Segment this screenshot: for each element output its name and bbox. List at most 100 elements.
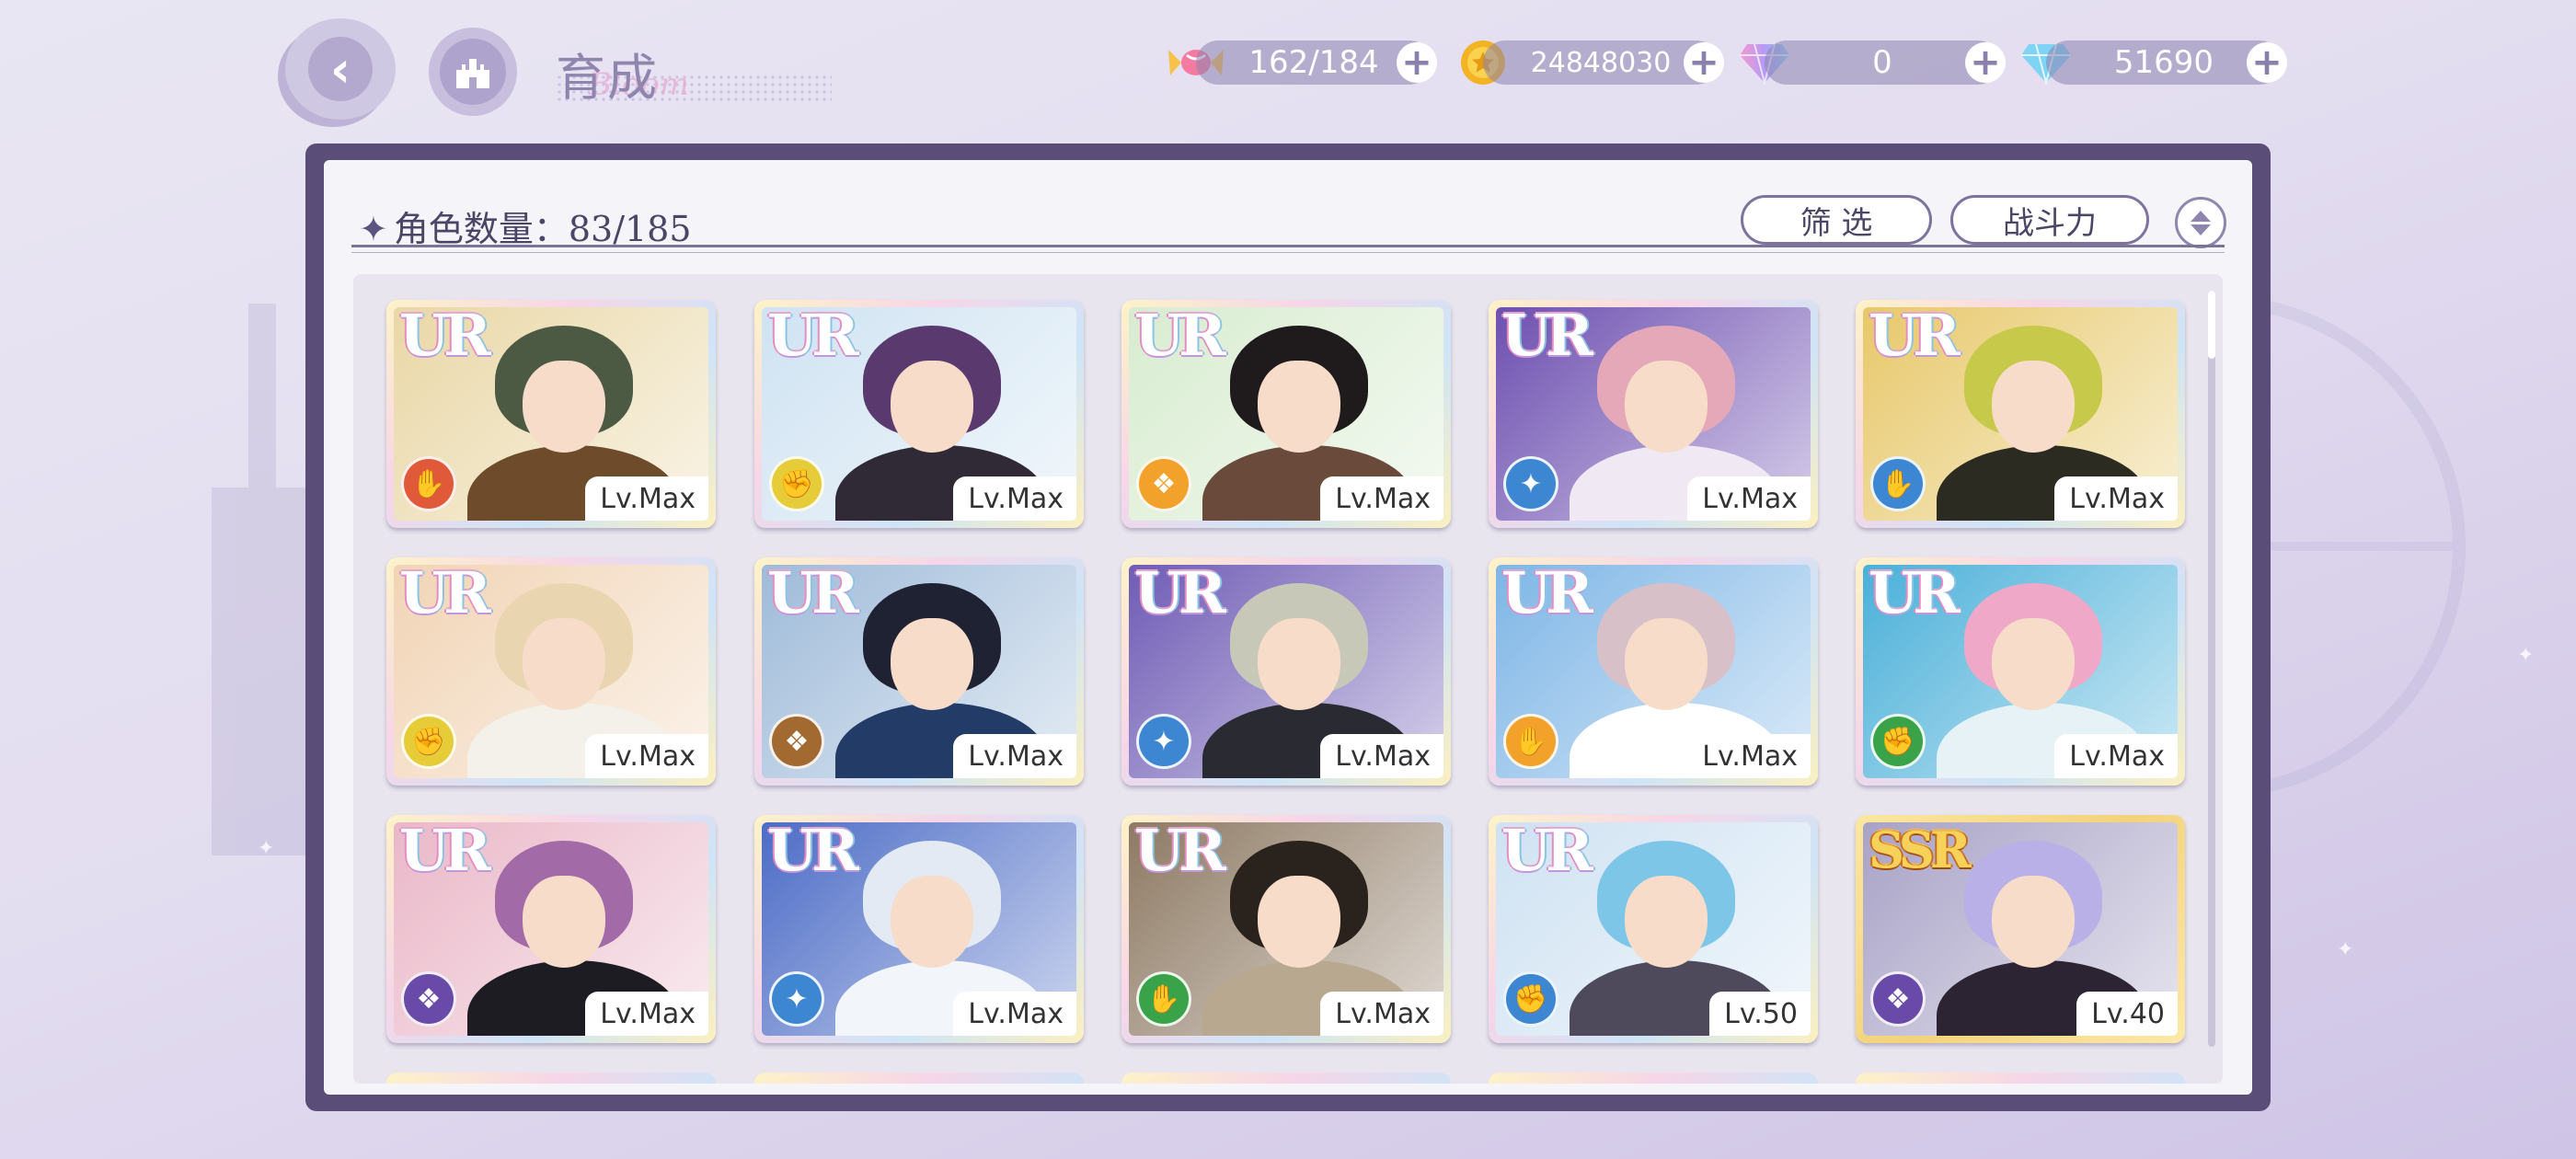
character-grid[interactable]: UR ✋ Lv.Max UR ✊ Lv.Max UR ❖ Lv.Max UR ✦ Lv.Max UR ✋ L… [353, 274, 2223, 1084]
character-portrait: UR ❖ Lv.Max [1129, 307, 1443, 521]
character-card-partial[interactable] [1489, 1073, 1818, 1084]
character-card[interactable]: UR ❖ Lv.Max [1121, 300, 1451, 528]
attribute-icon: ✦ [1503, 456, 1558, 511]
character-count: ✦ 角色数量：83/185 [359, 201, 692, 251]
attribute-icon: ✊ [1870, 714, 1926, 769]
character-card[interactable]: UR ❖ Lv.Max [754, 557, 1084, 786]
add-paid-gem-button[interactable]: + [1965, 42, 2006, 83]
character-card[interactable]: UR ✊ Lv.Max [754, 300, 1084, 528]
character-card[interactable]: UR ✋ Lv.Max [386, 300, 716, 528]
level-label: Lv.Max [2054, 734, 2178, 778]
character-card-partial[interactable] [1121, 1073, 1451, 1084]
character-portrait: UR ✋ Lv.Max [1863, 307, 2178, 521]
character-panel: ✦ 角色数量：83/185 筛 选 战斗力 UR ✋ Lv.Max UR ✊ Lv.Max U… [305, 143, 2271, 1111]
rarity-badge: UR [399, 307, 491, 369]
attribute-icon: ✊ [401, 714, 456, 769]
rarity-badge: UR [1869, 307, 1961, 369]
level-label: Lv.Max [585, 734, 708, 778]
level-label: Lv.Max [953, 734, 1076, 778]
attribute-icon: ✊ [1503, 971, 1558, 1027]
coin-counter: 24848030 + [1483, 40, 1724, 85]
back-button[interactable]: ‹ [285, 18, 396, 120]
character-card[interactable]: SSR ❖ Lv.40 [1856, 815, 2185, 1043]
portrait-face [523, 361, 605, 453]
rarity-badge: UR [767, 307, 859, 369]
sparkle-icon: ✦ [258, 837, 275, 860]
divider [351, 245, 2225, 247]
back-arrow-icon: ‹ [308, 37, 373, 101]
character-card[interactable]: UR ✊ Lv.50 [1489, 815, 1818, 1043]
attribute-icon: ✋ [1136, 971, 1191, 1027]
sort-power-button[interactable]: 战斗力 [1950, 195, 2149, 245]
character-card[interactable]: UR ❖ Lv.Max [386, 815, 716, 1043]
rarity-badge: UR [1134, 565, 1226, 626]
rarity-badge: UR [1134, 822, 1226, 884]
character-card[interactable]: UR ✋ Lv.Max [1489, 557, 1818, 786]
level-label: Lv.Max [1320, 476, 1443, 521]
rarity-badge: UR [1869, 565, 1961, 626]
paid-gem-counter: 0 + [1765, 40, 2006, 85]
level-label: Lv.Max [1687, 476, 1811, 521]
sort-down-icon [2191, 224, 2211, 235]
character-card[interactable]: UR ✋ Lv.Max [1121, 815, 1451, 1043]
rarity-badge: UR [1501, 822, 1593, 884]
attribute-icon: ✋ [401, 456, 456, 511]
level-label: Lv.Max [1320, 992, 1443, 1036]
sparkle-icon: ✦ [2517, 644, 2535, 667]
scrollbar[interactable] [2208, 291, 2215, 1047]
rarity-badge: UR [399, 822, 491, 884]
stamina-counter: 162/184 + [1196, 40, 1437, 85]
portrait-face [1992, 361, 2075, 453]
rarity-badge: UR [1501, 307, 1593, 369]
character-card[interactable]: UR ✊ Lv.Max [1856, 557, 2185, 786]
sort-order-button[interactable] [2175, 197, 2226, 248]
level-label: Lv.Max [585, 992, 708, 1036]
attribute-icon: ✋ [1870, 456, 1926, 511]
add-stamina-button[interactable]: + [1397, 42, 1437, 83]
attribute-icon: ❖ [401, 971, 456, 1027]
character-card-partial[interactable] [386, 1073, 716, 1084]
character-card-partial[interactable] [1856, 1073, 2185, 1084]
sparkle-icon: ✦ [359, 209, 388, 249]
scrollbar-thumb[interactable] [2208, 291, 2215, 359]
character-card[interactable]: UR ✦ Lv.Max [1489, 300, 1818, 528]
add-coin-button[interactable]: + [1684, 42, 1724, 83]
home-button[interactable] [429, 28, 517, 116]
rarity-badge: UR [399, 565, 491, 626]
character-portrait: UR ✊ Lv.Max [1863, 565, 2178, 778]
panel-content: ✦ 角色数量：83/185 筛 选 战斗力 UR ✋ Lv.Max UR ✊ Lv.Max U… [324, 160, 2252, 1095]
level-label: Lv.50 [1709, 992, 1811, 1036]
attribute-icon: ✦ [1136, 714, 1191, 769]
attribute-icon: ❖ [1136, 456, 1191, 511]
level-label: Lv.40 [2076, 992, 2178, 1036]
top-bar: ‹ Bloom 育成 162/184 + 24848030 + 0 + 5169… [0, 0, 2576, 138]
attribute-icon: ✦ [769, 971, 824, 1027]
level-label: Lv.Max [1687, 734, 1811, 778]
character-card[interactable]: UR ✊ Lv.Max [386, 557, 716, 786]
level-label: Lv.Max [1320, 734, 1443, 778]
gem-counter: 51690 + [2046, 40, 2287, 85]
sort-up-icon [2191, 210, 2211, 222]
castle-icon [440, 39, 506, 105]
character-portrait: UR ❖ Lv.Max [394, 822, 708, 1036]
portrait-face [1258, 361, 1340, 453]
portrait-face [891, 876, 973, 968]
character-portrait: UR ✊ Lv.Max [762, 307, 1076, 521]
character-card[interactable]: UR ✦ Lv.Max [754, 815, 1084, 1043]
character-portrait: UR ✦ Lv.Max [1129, 565, 1443, 778]
character-portrait: UR ✋ Lv.Max [1129, 822, 1443, 1036]
filter-button[interactable]: 筛 选 [1741, 195, 1932, 245]
add-gem-button[interactable]: + [2247, 42, 2287, 83]
level-label: Lv.Max [585, 476, 708, 521]
portrait-face [891, 618, 973, 710]
character-card-partial[interactable] [754, 1073, 1084, 1084]
level-label: Lv.Max [2054, 476, 2178, 521]
character-card[interactable]: UR ✋ Lv.Max [1856, 300, 2185, 528]
portrait-face [1625, 618, 1708, 710]
rarity-badge: UR [767, 565, 859, 626]
portrait-face [1258, 876, 1340, 968]
character-portrait: UR ❖ Lv.Max [762, 565, 1076, 778]
rarity-badge: UR [1134, 307, 1226, 369]
character-portrait: UR ✋ Lv.Max [1496, 565, 1811, 778]
character-card[interactable]: UR ✦ Lv.Max [1121, 557, 1451, 786]
